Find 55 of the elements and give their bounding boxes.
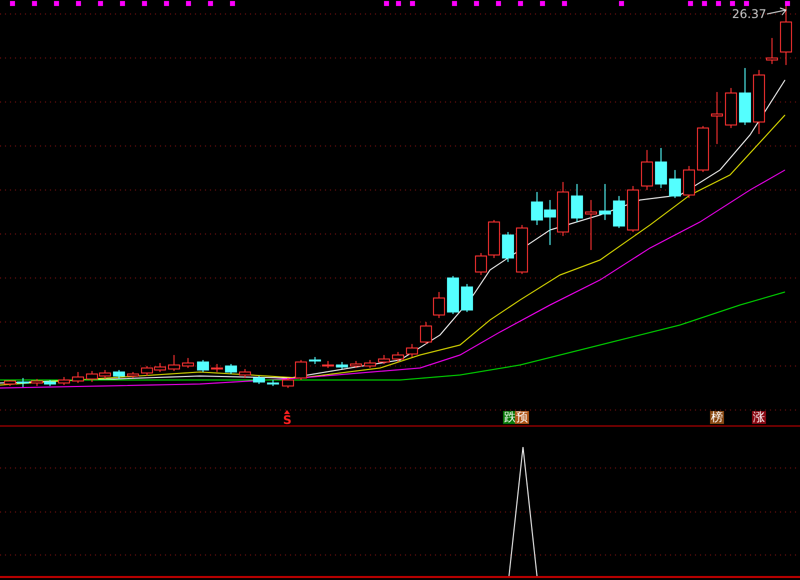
candlestick: [753, 70, 765, 134]
candlestick: [780, 6, 792, 66]
caret-icon: [284, 410, 290, 414]
signal-badge: 预: [515, 411, 529, 424]
candlestick: [585, 200, 597, 250]
candlestick: [99, 370, 111, 380]
price-label: 26.37: [732, 8, 766, 20]
candlestick: [364, 360, 376, 368]
candlestick: [253, 376, 265, 384]
candlestick: [683, 166, 695, 198]
candlestick: [502, 232, 514, 262]
candlestick: [113, 370, 125, 380]
candlestick: [182, 358, 194, 368]
candlestick: [197, 360, 209, 372]
candlestick: [239, 368, 251, 378]
candlestick: [72, 372, 84, 384]
candlestick: [420, 322, 432, 344]
candlestick: [17, 378, 29, 388]
candlestick: [433, 292, 445, 318]
candlestick: [711, 92, 723, 144]
candlestick: [350, 360, 362, 368]
candlestick: [461, 284, 473, 312]
candlestick: [531, 192, 543, 226]
candlestick: [392, 352, 404, 362]
candlestick: [766, 38, 778, 64]
candlestick: [739, 68, 751, 126]
signal-badge: 榜: [710, 411, 724, 424]
candlestick: [627, 186, 639, 232]
candlestick: [154, 362, 166, 372]
candlestick: [168, 354, 180, 372]
candlestick: [58, 376, 70, 386]
candlestick: [336, 362, 348, 370]
candlestick: [599, 184, 611, 220]
candlestick: [557, 182, 569, 236]
candlestick: [725, 88, 737, 128]
candlestick: [447, 276, 459, 314]
candlestick: [86, 370, 98, 382]
candlestick: [267, 380, 279, 386]
candlestick: [211, 364, 223, 372]
candlestick: [141, 366, 153, 376]
candlestick: [516, 224, 528, 274]
candlestick: [669, 170, 681, 198]
pointer-arrow-icon: [766, 8, 787, 16]
candlestick: [613, 196, 625, 228]
candlestick: [641, 150, 653, 190]
signal-label: S: [282, 414, 293, 427]
candlestick: [571, 184, 583, 222]
candlestick: [378, 354, 390, 364]
candlestick: [655, 148, 667, 188]
candlestick: [697, 126, 709, 172]
candlestick: [406, 344, 418, 358]
candlestick: [127, 372, 139, 378]
candlestick: [225, 364, 237, 374]
signal-badge: 涨: [752, 411, 766, 424]
candlestick: [544, 200, 556, 246]
